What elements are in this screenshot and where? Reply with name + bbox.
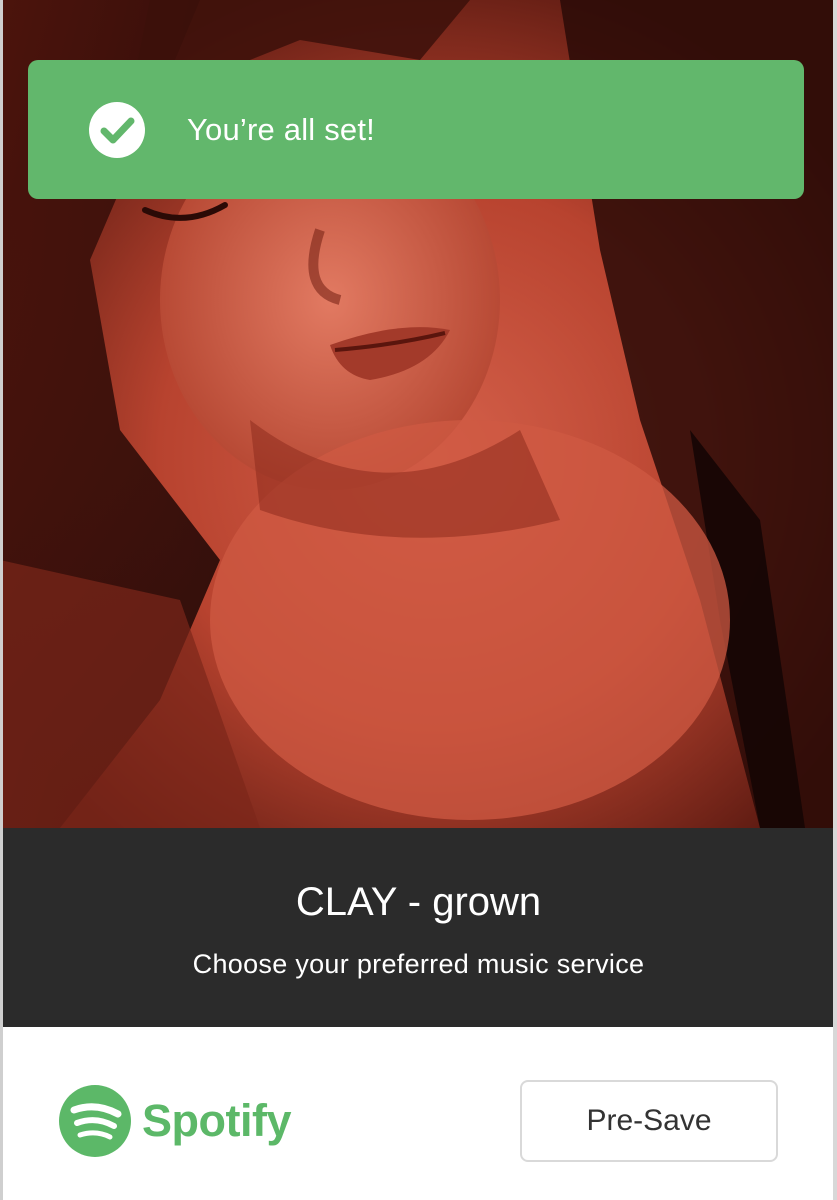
release-info: CLAY - grown Choose your preferred music… — [0, 828, 837, 1027]
service-row-spotify: Spotify Pre-Save — [0, 1027, 837, 1200]
presave-page: You’re all set! CLAY - grown Choose your… — [0, 0, 837, 1200]
frame-edge-right — [833, 0, 837, 1200]
release-title: CLAY - grown — [295, 880, 542, 924]
spotify-wordmark: Spotify — [142, 1095, 292, 1146]
presave-button[interactable]: Pre-Save — [520, 1080, 778, 1162]
spotify-icon — [59, 1085, 131, 1157]
spotify-logo: Spotify — [58, 1084, 292, 1158]
toast-message: You’re all set! — [187, 111, 375, 147]
success-toast: You’re all set! — [28, 60, 804, 199]
check-circle-icon — [89, 101, 145, 158]
frame-edge-left — [0, 0, 3, 1200]
release-subtitle: Choose your preferred music service — [192, 949, 645, 979]
